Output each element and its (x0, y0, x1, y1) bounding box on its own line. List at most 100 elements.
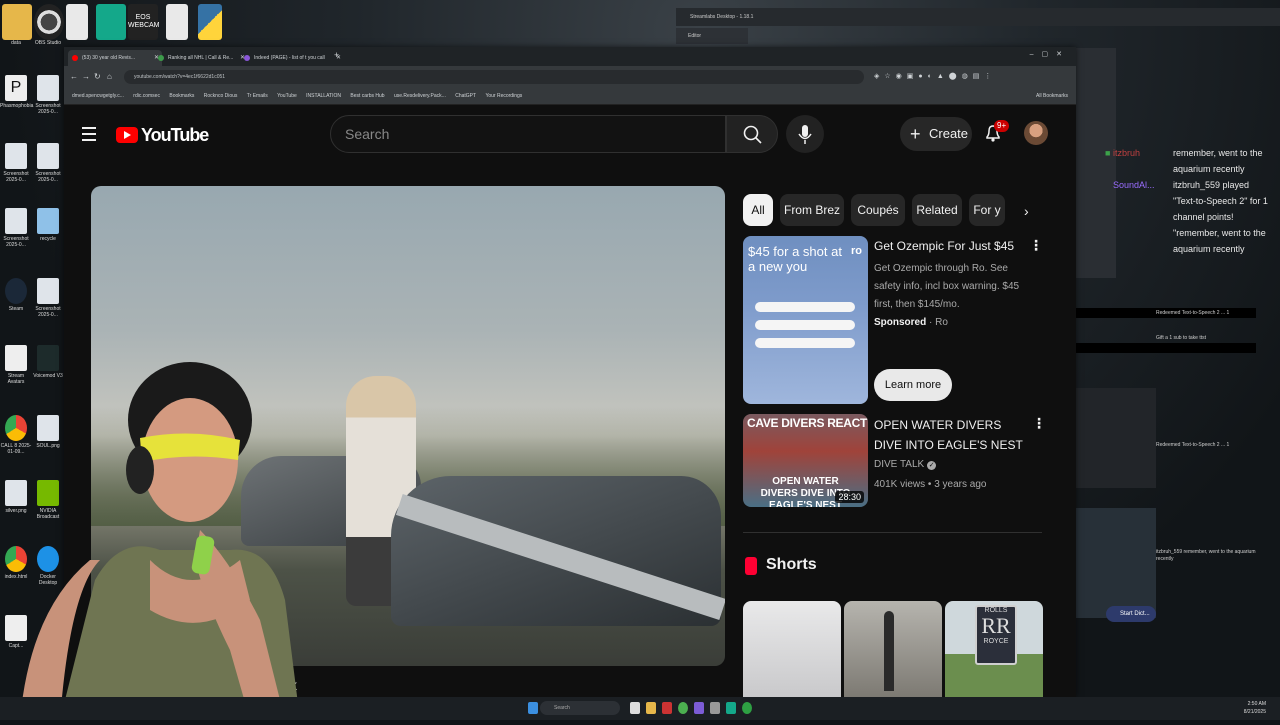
file-explorer-icon[interactable] (646, 702, 656, 714)
chip-coupes[interactable]: Coupés (851, 194, 905, 226)
start-dictation-button[interactable]: Start Dict... (1106, 606, 1156, 622)
mini-chat-line: Redeemed Text-to-Speech 2 ... 1 (1156, 310, 1230, 316)
desktop-icon-recycle[interactable]: recycle (32, 208, 64, 242)
system-clock[interactable]: 2:50 AM 8/21/2025 (1244, 700, 1266, 716)
short-thumbnail[interactable] (844, 601, 942, 697)
bookmark-item[interactable]: INSTALLATION (306, 88, 341, 104)
search-button[interactable] (726, 115, 778, 153)
browser-tab[interactable]: Ranking all NHL | Call & Re... ✕ (154, 50, 248, 66)
injection-pen-image (755, 302, 855, 312)
app-icon[interactable] (742, 702, 752, 714)
channel-name[interactable]: DIVE TALK ✓ (874, 459, 937, 470)
app-icon[interactable] (662, 702, 672, 714)
window-controls[interactable]: –▢✕ (1030, 50, 1070, 58)
menu-icon[interactable] (82, 127, 96, 145)
create-button[interactable]: + Create (900, 117, 972, 151)
bookmark-item[interactable]: Tr Emails (247, 88, 268, 104)
learn-more-button[interactable]: Learn more (874, 369, 952, 401)
desktop-icon-label: Phasmophobia (0, 103, 34, 109)
mini-chat-line: itzbruh_559 remember, went to the aquari… (1156, 549, 1256, 562)
plus-icon: + (910, 124, 921, 144)
video-title[interactable]: OPEN WATER DIVERS DIVE INTO EAGLE'S NEST (874, 415, 1024, 455)
avatar[interactable] (1024, 121, 1048, 145)
desktop-icon-screenshot[interactable]: Screenshot 2025-0... (32, 75, 64, 115)
chat-text: remember, went to the aquarium recently (1173, 148, 1263, 174)
back-icon[interactable]: ← (70, 72, 78, 81)
editor-dropdown[interactable]: Editor (676, 28, 748, 44)
more-options-icon[interactable]: ⋮ (1032, 415, 1046, 432)
chrome-icon[interactable] (678, 702, 688, 714)
tab-favicon-icon (244, 55, 250, 61)
python-icon[interactable] (198, 4, 222, 40)
desktop-icon-screenshot[interactable]: Screenshot 2025-0... (0, 208, 32, 248)
search-input[interactable] (343, 125, 707, 143)
app-icon[interactable] (726, 702, 736, 714)
start-icon[interactable] (528, 702, 538, 714)
desktop-icon-label: OBS Studio (34, 40, 62, 46)
steam-icon (5, 278, 27, 304)
desktop-icon-phasmophobia[interactable]: P Phasmophobia (0, 75, 34, 109)
chip-all[interactable]: All (743, 194, 773, 226)
video-thumbnail[interactable]: CAVE DIVERS REACT OPEN WATER DIVERS DIVE… (743, 414, 868, 507)
desktop-icon-data[interactable]: data (0, 40, 32, 46)
taskbar-search[interactable]: Search (540, 701, 620, 715)
ad-thumbnail[interactable]: $45 for a shot at a new you ro (743, 236, 868, 404)
extension-icons[interactable]: ◈☆◉▣●◐▲⬤◍▤⋮ (874, 72, 996, 82)
chevron-right-icon[interactable]: › (1024, 203, 1029, 219)
chat-message: ■ itzbruh remember, went to the aquarium… (1105, 145, 1273, 177)
bookmark-item[interactable]: Your Recordings (485, 88, 522, 104)
headset-app-icon[interactable] (96, 4, 126, 40)
file-icon[interactable] (66, 4, 88, 40)
browser-tab[interactable]: (53) 30 year old Revis... ✕ (68, 50, 162, 66)
file-icon[interactable] (166, 4, 188, 40)
bookmark-item[interactable]: Rocknco Dious (204, 88, 238, 104)
short-thumbnail[interactable] (743, 601, 841, 697)
chat-overlay: ■ itzbruh remember, went to the aquarium… (1105, 145, 1273, 257)
tab-label: Ranking all NHL | Call & Re... (168, 55, 234, 61)
chip-from-brez[interactable]: From Brez (780, 194, 844, 226)
chip-for-you[interactable]: For y (969, 194, 1005, 226)
url-field[interactable]: youtube.com/watch?v=4ec1f6622d1c051 (124, 70, 864, 84)
bookmark-item[interactable]: YouTube (277, 88, 297, 104)
injection-pen-image (755, 320, 855, 330)
image-file-icon (37, 278, 59, 304)
obs-side-panel (1076, 48, 1116, 278)
forward-icon[interactable]: → (82, 72, 90, 81)
desktop-icon-obs[interactable]: OBS Studio (32, 40, 64, 46)
badge-monogram: RR (981, 613, 1011, 638)
desktop-icon-screenshot[interactable]: Screenshot 2025-0... (0, 143, 32, 183)
chip-related[interactable]: Related (912, 194, 962, 226)
reload-icon[interactable]: ↻ (94, 72, 101, 81)
eos-webcam-label: EOS WEBCAM (128, 14, 160, 29)
image-file-icon (5, 208, 27, 234)
sponsored-text: Sponsored (874, 317, 927, 328)
task-view-icon[interactable] (630, 702, 640, 714)
app-icon[interactable] (710, 702, 720, 714)
all-bookmarks[interactable]: All Bookmarks (1036, 88, 1068, 104)
desktop-icon-screenshot[interactable]: Screenshot 2025-0... (32, 143, 64, 183)
app-icon[interactable] (694, 702, 704, 714)
rolls-royce-badge-image: ROLLS RR ROYCE (975, 605, 1017, 665)
desktop-icon-screenshot[interactable]: Screenshot 2025-0... (32, 278, 64, 318)
desktop-background: EOS WEBCAM data OBS Studio P Phasmophobia… (0, 0, 1280, 720)
bookmark-item[interactable]: Bookmarks (169, 88, 194, 104)
bookmark-item[interactable]: ChatGPT (455, 88, 476, 104)
bookmark-item[interactable]: Best carbs Hub (350, 88, 384, 104)
voice-search-button[interactable] (786, 115, 824, 153)
more-options-icon[interactable]: ⋮ (1029, 237, 1043, 254)
bookmark-item[interactable]: rdic.comsec (133, 88, 160, 104)
new-tab-icon[interactable]: + (334, 50, 339, 60)
browser-tab[interactable]: Indeed (PAGE) - list of t you call ✕ (240, 50, 344, 66)
short-thumbnail[interactable]: ROLLS RR ROYCE (945, 601, 1043, 697)
streamlabs-titlebar: Streamlabs Desktop - 1.18.1 (676, 8, 1280, 26)
ad-title[interactable]: Get Ozempic For Just $45 (874, 239, 1024, 253)
bookmark-item[interactable]: dmed.spencwgetgly.c... (72, 88, 124, 104)
eos-webcam-icon[interactable]: EOS WEBCAM (128, 4, 160, 40)
injection-pen-image (755, 338, 855, 348)
bookmark-item[interactable]: use.Resdelivery.Pack... (394, 88, 446, 104)
desktop-icon-steam[interactable]: Steam (0, 278, 32, 312)
mini-chat-line: Redeemed Text-to-Speech 2 ... 1 (1156, 442, 1230, 448)
home-icon[interactable]: ⌂ (107, 72, 112, 81)
youtube-logo[interactable]: YouTube (116, 124, 209, 146)
webcam-overlay (0, 360, 300, 720)
